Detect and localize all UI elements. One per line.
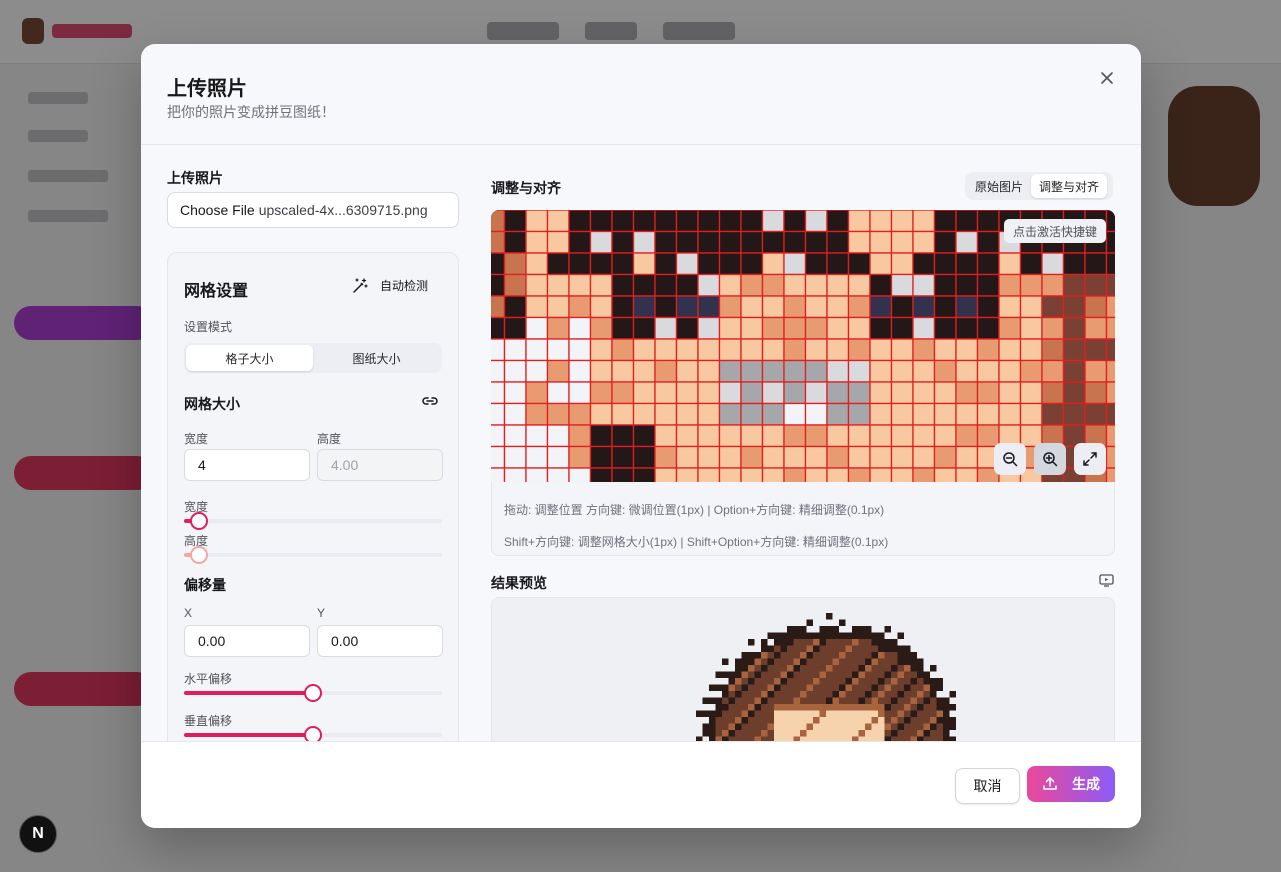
shortcut-hints: 拖动: 调整位置 方向键: 微调位置(1px) | Option+方向键: 精细… — [491, 482, 1115, 556]
x-offset-input[interactable]: 0.00 — [184, 625, 310, 657]
view-align[interactable]: 调整与对齐 — [1031, 174, 1108, 198]
modal-footer: 取消 生成 — [141, 741, 1141, 828]
preview-title: 结果预览 — [491, 575, 547, 591]
link-icon[interactable] — [422, 395, 438, 407]
cancel-button[interactable]: 取消 — [955, 768, 1020, 804]
modal-title: 上传照片 — [167, 78, 247, 100]
y-offset-input[interactable]: 0.00 — [317, 625, 443, 657]
auto-detect-label: 自动检测 — [380, 279, 429, 293]
grid-size-title: 网格大小 — [184, 396, 240, 412]
zoom-out-icon[interactable] — [994, 443, 1026, 475]
v-offset-label: 垂直偏移 — [184, 714, 233, 728]
height-input: 4.00 — [317, 449, 443, 481]
x-label: X — [184, 606, 193, 620]
height-label: 高度 — [317, 432, 342, 446]
generate-button[interactable]: 生成 — [1027, 766, 1115, 802]
width-input[interactable]: 4 — [184, 449, 310, 481]
offset-title: 偏移量 — [184, 577, 226, 593]
choose-file-button[interactable]: Choose File — [180, 202, 255, 218]
pixel-image — [491, 210, 1115, 482]
close-icon[interactable] — [1097, 68, 1117, 88]
upload-modal: 上传照片 把你的照片变成拼豆图纸！ 上传照片 Choose File upsca… — [141, 44, 1141, 828]
h-offset-label: 水平偏移 — [184, 672, 233, 686]
height-slider — [184, 546, 442, 564]
grid-settings-title: 网格设置 — [184, 283, 249, 300]
grid-canvas[interactable] — [491, 210, 1115, 482]
view-toggle: 原始图片 调整与对齐 — [965, 172, 1113, 200]
grid-settings-panel: 网格设置 自动检测 设置模式 格子大小 图纸大小 网格大小 宽度 高度 4 4.… — [167, 252, 459, 752]
preview-image — [696, 613, 956, 743]
mode-cell-size[interactable]: 格子大小 — [186, 345, 313, 371]
tv-icon[interactable] — [1099, 574, 1114, 587]
h-offset-slider-fill — [184, 691, 313, 695]
mode-label: 设置模式 — [184, 320, 233, 334]
hint-line-1: 拖动: 调整位置 方向键: 微调位置(1px) | Option+方向键: 精细… — [504, 503, 885, 517]
mode-sheet-size[interactable]: 图纸大小 — [313, 345, 440, 371]
y-label: Y — [317, 606, 326, 620]
width-label: 宽度 — [184, 432, 209, 446]
view-original[interactable]: 原始图片 — [967, 174, 1031, 198]
mode-toggle: 格子大小 图纸大小 — [184, 343, 442, 373]
height-slider-thumb — [190, 546, 208, 564]
width-slider-thumb[interactable] — [190, 512, 208, 530]
auto-detect-button[interactable]: 自动检测 — [352, 277, 428, 294]
fullscreen-icon[interactable] — [1074, 443, 1106, 475]
file-input[interactable]: Choose File upscaled-4x...6309715.png — [167, 192, 459, 228]
generate-label: 生成 — [1072, 776, 1100, 792]
v-offset-slider-fill — [184, 733, 313, 737]
magic-wand-icon — [353, 277, 368, 293]
h-offset-slider-thumb[interactable] — [304, 684, 322, 702]
align-title: 调整与对齐 — [491, 180, 561, 196]
upload-label: 上传照片 — [167, 170, 223, 186]
next-dev-badge[interactable]: N — [19, 815, 57, 853]
width-slider[interactable] — [184, 512, 442, 530]
file-name: upscaled-4x...6309715.png — [258, 202, 428, 218]
h-offset-slider[interactable] — [184, 684, 442, 702]
modal-header: 上传照片 把你的照片变成拼豆图纸！ — [141, 44, 1141, 145]
upload-icon — [1043, 777, 1057, 790]
hint-line-2: Shift+方向键: 调整网格大小(1px) | Shift+Option+方向… — [504, 535, 889, 549]
v-offset-slider[interactable] — [184, 726, 442, 744]
modal-subtitle: 把你的照片变成拼豆图纸！ — [167, 104, 335, 120]
zoom-in-icon[interactable] — [1034, 443, 1066, 475]
shortcut-badge[interactable]: 点击激活快捷键 — [1004, 219, 1107, 243]
result-preview — [491, 597, 1115, 757]
